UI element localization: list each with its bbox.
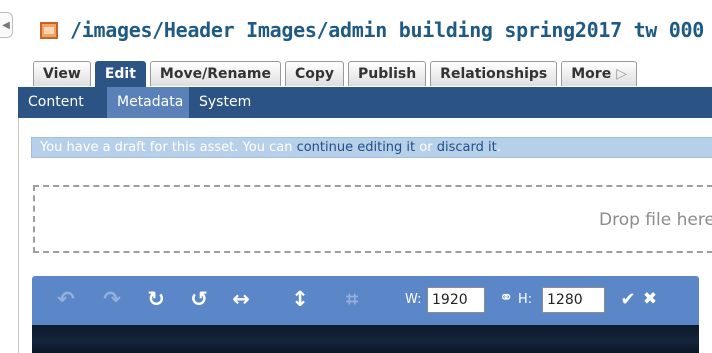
rotate-counterclockwise-icon[interactable]: ↺: [187, 276, 211, 325]
draft-notice-or: or: [415, 140, 437, 155]
height-input[interactable]: [542, 287, 605, 313]
image-file-icon: [40, 22, 58, 39]
tab-copy[interactable]: Copy: [284, 61, 345, 86]
draft-notice: You have a draft for this asset. You can…: [31, 137, 712, 158]
draft-notice-text: You have a draft for this asset. You can: [40, 140, 297, 155]
subtab-content[interactable]: Content: [18, 87, 107, 118]
sidebar-collapse-handle[interactable]: ◀: [0, 12, 13, 38]
edit-panel: You have a draft for this asset. You can…: [18, 118, 712, 353]
continue-editing-link[interactable]: continue editing it: [297, 140, 416, 155]
edit-subtabs: Content Metadata System: [18, 87, 712, 118]
width-label: W:: [405, 292, 422, 307]
cancel-x-icon[interactable]: ✖: [638, 276, 662, 325]
drop-zone-label: Drop file here: [599, 210, 712, 230]
apply-check-icon[interactable]: ✔: [616, 276, 640, 325]
link-dimensions-icon[interactable]: ⚭: [499, 288, 513, 308]
tab-more-label: More: [571, 66, 612, 82]
image-editor: ↶ ↷ ↻ ↺ ↔ ↕ ⌗ W: ⚭ H: ✔ ✖: [32, 276, 699, 353]
tab-move-rename[interactable]: Move/Rename: [149, 61, 281, 86]
subtab-metadata[interactable]: Metadata: [107, 87, 189, 118]
chevron-left-icon: ◀: [2, 20, 10, 31]
flip-vertical-icon[interactable]: ↕: [288, 276, 312, 325]
image-preview: [32, 325, 699, 353]
rotate-clockwise-icon[interactable]: ↻: [144, 276, 168, 325]
height-label: H:: [518, 292, 533, 307]
file-drop-zone[interactable]: Drop file here: [33, 185, 712, 253]
tab-relationships[interactable]: Relationships: [430, 61, 558, 86]
flip-horizontal-icon[interactable]: ↔: [229, 276, 253, 325]
tab-edit[interactable]: Edit: [94, 61, 146, 88]
discard-draft-link[interactable]: discard it: [437, 140, 497, 155]
action-tabs: View Edit Move/Rename Copy Publish Relationsh…: [33, 61, 641, 88]
undo-icon[interactable]: ↶: [54, 276, 78, 325]
tab-publish[interactable]: Publish: [348, 61, 427, 86]
asset-path-title: /images/Header Images/admin building spr…: [70, 18, 705, 42]
subtab-system[interactable]: System: [189, 87, 259, 118]
width-input[interactable]: [427, 287, 485, 313]
chevron-right-icon: ▷: [616, 66, 627, 82]
redo-icon[interactable]: ↷: [100, 276, 124, 325]
tab-view[interactable]: View: [33, 61, 91, 86]
image-editor-toolbar: ↶ ↷ ↻ ↺ ↔ ↕ ⌗ W: ⚭ H: ✔ ✖: [32, 276, 699, 325]
crop-icon[interactable]: ⌗: [340, 276, 364, 325]
draft-notice-period: .: [496, 140, 501, 155]
tab-more[interactable]: More ▷: [561, 61, 637, 86]
